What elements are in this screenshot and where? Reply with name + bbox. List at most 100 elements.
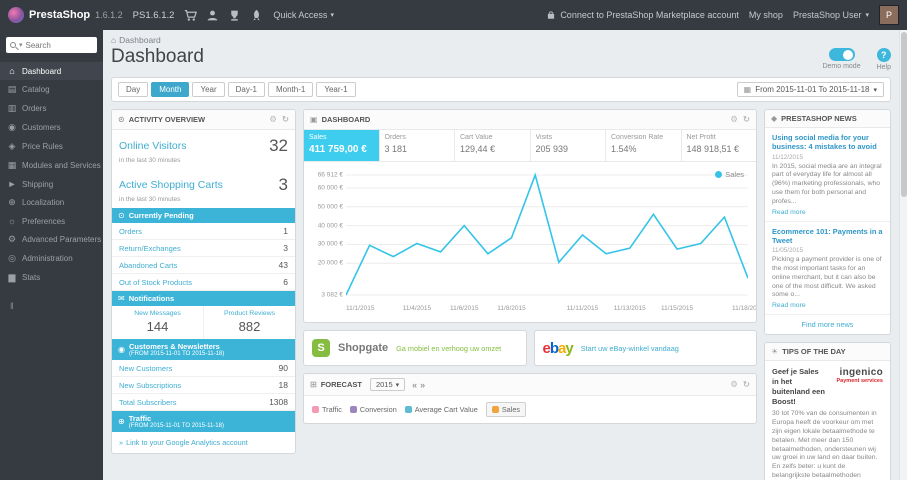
kpi-conversion-rate[interactable]: Conversion Rate 1.54% (606, 130, 682, 161)
sidebar-item-price-rules[interactable]: ◈ Price Rules (0, 137, 103, 156)
sidebar-item-customers[interactable]: ◉ Customers (0, 118, 103, 137)
quick-access-menu[interactable]: Quick Access ▾ (273, 10, 334, 20)
sidebar-search[interactable]: ▾ (6, 37, 97, 53)
list-item: Total Subscribers 1308 (112, 394, 295, 411)
news-article-title[interactable]: Ecommerce 101: Payments in a Tweet (772, 227, 883, 246)
list-item: Orders 1 (112, 223, 295, 240)
kpi-visits[interactable]: Visits 205 939 (531, 130, 606, 161)
active-carts-link[interactable]: Active Shopping Carts (119, 179, 223, 191)
read-more-link[interactable]: Read more (772, 209, 883, 216)
chart-plot-area: Sales (346, 170, 748, 300)
shopgate-promo: S Shopgate Ga mobiel en verhoog uw omzet (303, 330, 527, 366)
search-input[interactable] (25, 40, 84, 50)
rocket-icon[interactable] (250, 9, 263, 22)
range-year-button[interactable]: Year (192, 82, 225, 97)
panel-title: TIPS OF THE DAY (782, 347, 846, 357)
my-shop-link[interactable]: My shop (749, 10, 783, 20)
sidebar-item-catalog[interactable]: ▤ Catalog (0, 80, 103, 99)
kpi-sales[interactable]: Sales 411 759,00 € (304, 130, 380, 161)
sidebar-item-label: Customers (22, 123, 61, 132)
user-avatar[interactable]: P (879, 5, 899, 25)
ebay-link[interactable]: Start uw eBay-winkel vandaag (581, 344, 679, 353)
forecast-next-icon[interactable]: » (420, 380, 425, 390)
sidebar-item-label: Dashboard (22, 66, 62, 76)
panel-settings-gear-icon[interactable]: ⚙ (269, 114, 277, 125)
range-day-1-button[interactable]: Day-1 (227, 82, 265, 97)
range-day-button[interactable]: Day (118, 82, 149, 97)
help-label: Help (876, 64, 891, 71)
panel-refresh-icon[interactable]: ↻ (282, 114, 289, 125)
my-shop-label: My shop (748, 10, 783, 20)
customers-icon: ◉ (118, 345, 125, 354)
panel-settings-gear-icon[interactable]: ⚙ (730, 114, 738, 125)
scrollbar-thumb[interactable] (901, 32, 907, 197)
abandoned-carts-link[interactable]: Abandoned Carts (119, 261, 177, 270)
forecast-icon: ⊞ (310, 380, 317, 389)
news-article-title[interactable]: Using social media for your business: 4 … (772, 133, 883, 152)
demo-mode-toggle[interactable] (828, 48, 855, 61)
range-month-button[interactable]: Month (151, 82, 190, 97)
customers-newsletters-header: ◉ Customers & Newsletters (FROM 2015-11-01… (112, 339, 295, 360)
user-menu[interactable]: PrestaShop User ▾ (793, 10, 869, 20)
sidebar-item-modules[interactable]: ▦ Modules and Services (0, 156, 103, 175)
x-axis-label: 11/11/2015 (566, 305, 599, 312)
panel-refresh-icon[interactable]: ↻ (743, 114, 750, 125)
out-of-stock-link[interactable]: Out of Stock Products (119, 278, 192, 287)
trophy-icon[interactable] (228, 9, 241, 22)
shop-name[interactable]: PS1.6.1.2 (133, 10, 175, 21)
returns-link[interactable]: Return/Exchanges (119, 244, 181, 253)
forecast-legend-average-cart-value[interactable]: Average Cart Value (404, 405, 478, 414)
prestashop-logo[interactable]: PrestaShop 1.6.1.2 (8, 7, 123, 23)
panel-settings-gear-icon[interactable]: ⚙ (730, 379, 738, 390)
sidebar-item-localization[interactable]: ⊕ Localization (0, 193, 103, 212)
collapse-sidebar-button[interactable]: ‖ (0, 287, 103, 325)
shopgate-link[interactable]: Ga mobiel en verhoog uw omzet (396, 344, 501, 353)
tips-of-the-day-panel: ☀ TIPS OF THE DAY Geef je Sales in het b… (764, 342, 891, 480)
sidebar-item-stats[interactable]: ▆ Stats (0, 268, 103, 287)
new-customers-link[interactable]: New Customers (119, 364, 172, 373)
sidebar-item-shipping[interactable]: ► Shipping (0, 175, 103, 193)
help-icon[interactable]: ? (876, 48, 891, 62)
sidebar-item-preferences[interactable]: ☼ Preferences (0, 212, 103, 230)
total-subscribers-link[interactable]: Total Subscribers (119, 398, 177, 407)
forecast-year-select[interactable]: 2015 ▾ (369, 378, 406, 391)
google-analytics-link[interactable]: » Link to your Google Analytics account (112, 432, 295, 453)
sidebar-item-dashboard[interactable]: ⌂ Dashboard (0, 62, 103, 80)
kpi-orders[interactable]: Orders 3 181 (380, 130, 455, 161)
marketplace-link[interactable]: Connect to PrestaShop Marketplace accoun… (546, 10, 739, 20)
forecast-prev-icon[interactable]: « (412, 380, 417, 390)
conversion-color-dot (349, 406, 357, 413)
new-messages-link[interactable]: New Messages 144 (112, 306, 204, 339)
employee-quick-icon[interactable] (206, 9, 219, 22)
read-more-link[interactable]: Read more (772, 302, 883, 309)
find-more-news-link[interactable]: Find more news (765, 315, 890, 334)
range-year-1-button[interactable]: Year-1 (316, 82, 356, 97)
page-scrollbar[interactable] (899, 30, 907, 480)
online-visitors-link[interactable]: Online Visitors (119, 140, 187, 152)
sidebar-item-advanced-parameters[interactable]: ⚙ Advanced Parameters (0, 230, 103, 249)
x-axis-label: 11/8/2015 (497, 305, 526, 312)
new-subscriptions-link[interactable]: New Subscriptions (119, 381, 181, 390)
localization-icon: ⊕ (8, 197, 16, 207)
online-visitors-sub: in the last 30 minutes (119, 157, 181, 164)
pending-orders-value: 1 (283, 226, 288, 236)
date-range-picker[interactable]: ▦ From 2015-11-01 To 2015-11-18 ▾ (736, 82, 884, 97)
ingenico-logo: ingenico Payment services (831, 367, 883, 406)
product-reviews-link[interactable]: Product Reviews 882 (204, 306, 295, 339)
sidebar-item-administration[interactable]: ◎ Administration (0, 249, 103, 268)
customers-date-range: (FROM 2015-11-01 TO 2015-11-18) (128, 351, 225, 357)
out-of-stock-value: 6 (283, 277, 288, 287)
price-rules-icon: ◈ (8, 141, 16, 151)
forecast-legend-sales[interactable]: Sales (485, 402, 527, 417)
kpi-cart-value[interactable]: Cart Value 129,44 € (455, 130, 531, 161)
range-month-1-button[interactable]: Month-1 (267, 82, 314, 97)
sales-series-dot (715, 171, 723, 178)
currently-pending-header: ⊙ Currently Pending (112, 208, 295, 223)
forecast-legend-conversion[interactable]: Conversion (349, 405, 397, 414)
pending-orders-link[interactable]: Orders (119, 227, 142, 236)
kpi-net-profit[interactable]: Net Profit 148 918,51 € (682, 130, 757, 161)
sidebar-item-orders[interactable]: ▥ Orders (0, 99, 103, 118)
cart-quick-icon[interactable] (184, 9, 198, 22)
forecast-legend-traffic[interactable]: Traffic (312, 405, 342, 414)
panel-refresh-icon[interactable]: ↻ (743, 379, 750, 390)
